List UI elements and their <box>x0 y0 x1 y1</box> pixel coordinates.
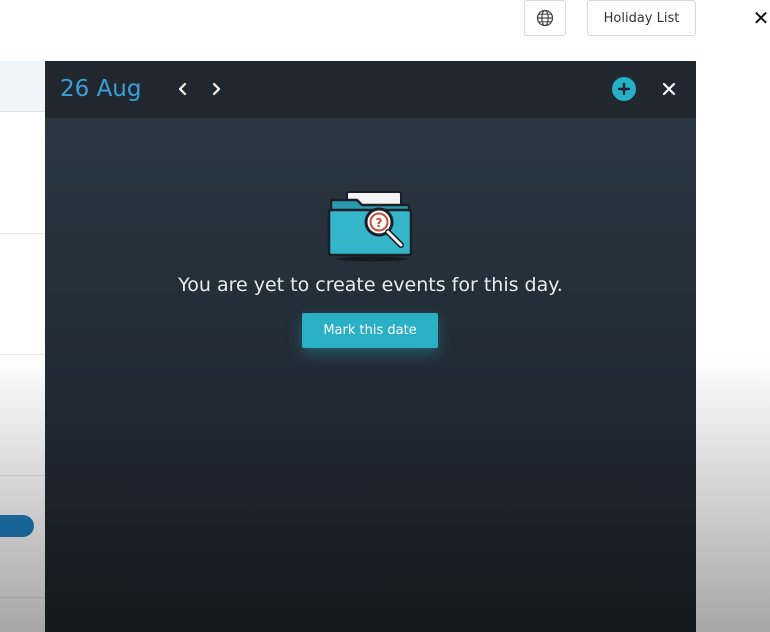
prev-day-button[interactable] <box>172 77 194 101</box>
close-icon <box>662 82 676 96</box>
add-event-button[interactable] <box>612 77 636 101</box>
holiday-list-button[interactable]: Holiday List <box>587 0 696 36</box>
empty-state-message: You are yet to create events for this da… <box>178 274 563 296</box>
globe-button[interactable] <box>524 0 566 36</box>
day-events-panel: 26 Aug ? You are yet to create events fo… <box>45 61 696 632</box>
folder-search-icon: ? <box>327 191 413 262</box>
panel-header: 26 Aug <box>45 61 696 118</box>
divider <box>0 475 45 476</box>
divider <box>0 597 45 598</box>
background-list <box>0 61 45 632</box>
divider <box>0 233 45 234</box>
page-close-icon[interactable]: ✕ <box>752 6 770 30</box>
chevron-left-icon <box>178 82 187 96</box>
divider <box>0 354 45 355</box>
next-day-button[interactable] <box>205 77 227 101</box>
mark-this-date-button[interactable]: Mark this date <box>302 313 438 348</box>
selected-date: 26 Aug <box>60 76 142 102</box>
background-pill <box>0 515 34 537</box>
top-toolbar: Holiday List ✕ <box>0 0 770 60</box>
svg-text:?: ? <box>376 216 383 230</box>
panel-close-button[interactable] <box>657 77 681 101</box>
plus-icon <box>617 82 631 96</box>
chevron-right-icon <box>212 82 221 96</box>
background-row-highlight <box>0 61 45 112</box>
globe-icon <box>536 9 554 27</box>
